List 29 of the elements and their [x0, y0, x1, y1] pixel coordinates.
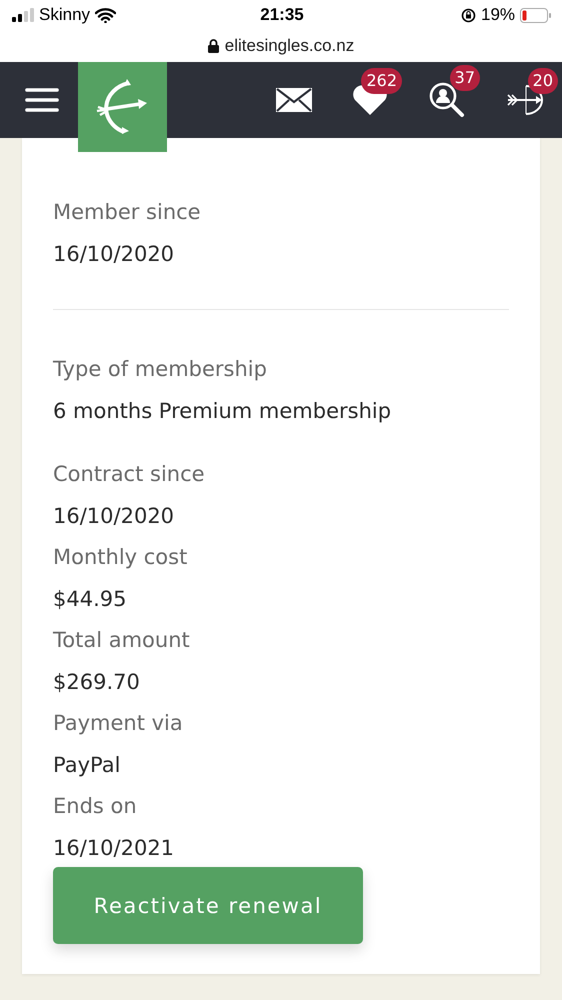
url-text[interactable]: elitesingles.co.nz — [224, 36, 354, 56]
field-label: Type of membership — [53, 356, 268, 383]
signal-icon — [12, 8, 34, 22]
field-value: 16/10/2021 — [53, 835, 176, 862]
count-badge: 20 — [528, 68, 558, 94]
count-badge: 37 — [450, 65, 480, 91]
lock-icon — [208, 39, 219, 53]
field-label: Total amount — [53, 627, 191, 654]
battery-icon — [520, 8, 552, 22]
field-value: $269.70 — [53, 669, 141, 696]
field-label: Contract since — [53, 461, 206, 488]
wifi-icon — [95, 8, 116, 22]
field-label: Payment via — [53, 710, 184, 737]
field-value: $44.95 — [53, 586, 128, 613]
logo[interactable] — [78, 62, 167, 152]
field-value: 6 months Premium membership — [53, 398, 392, 425]
field-value: PayPal — [53, 752, 122, 779]
envelope-icon[interactable] — [276, 88, 312, 112]
clock-time: 21:35 — [260, 5, 304, 25]
field-value: 16/10/2020 — [53, 503, 176, 530]
battery-percentage: 19% — [480, 5, 516, 25]
count-badge: 262 — [361, 68, 402, 94]
field-label: Monthly cost — [53, 544, 188, 571]
menu-icon[interactable] — [25, 87, 59, 113]
field-label: Member since — [53, 199, 202, 226]
rotation-lock-icon — [460, 8, 476, 22]
carrier-name: Skinny — [39, 5, 90, 25]
field-value: 16/10/2020 — [53, 241, 176, 268]
field-label: Ends on — [53, 793, 138, 820]
